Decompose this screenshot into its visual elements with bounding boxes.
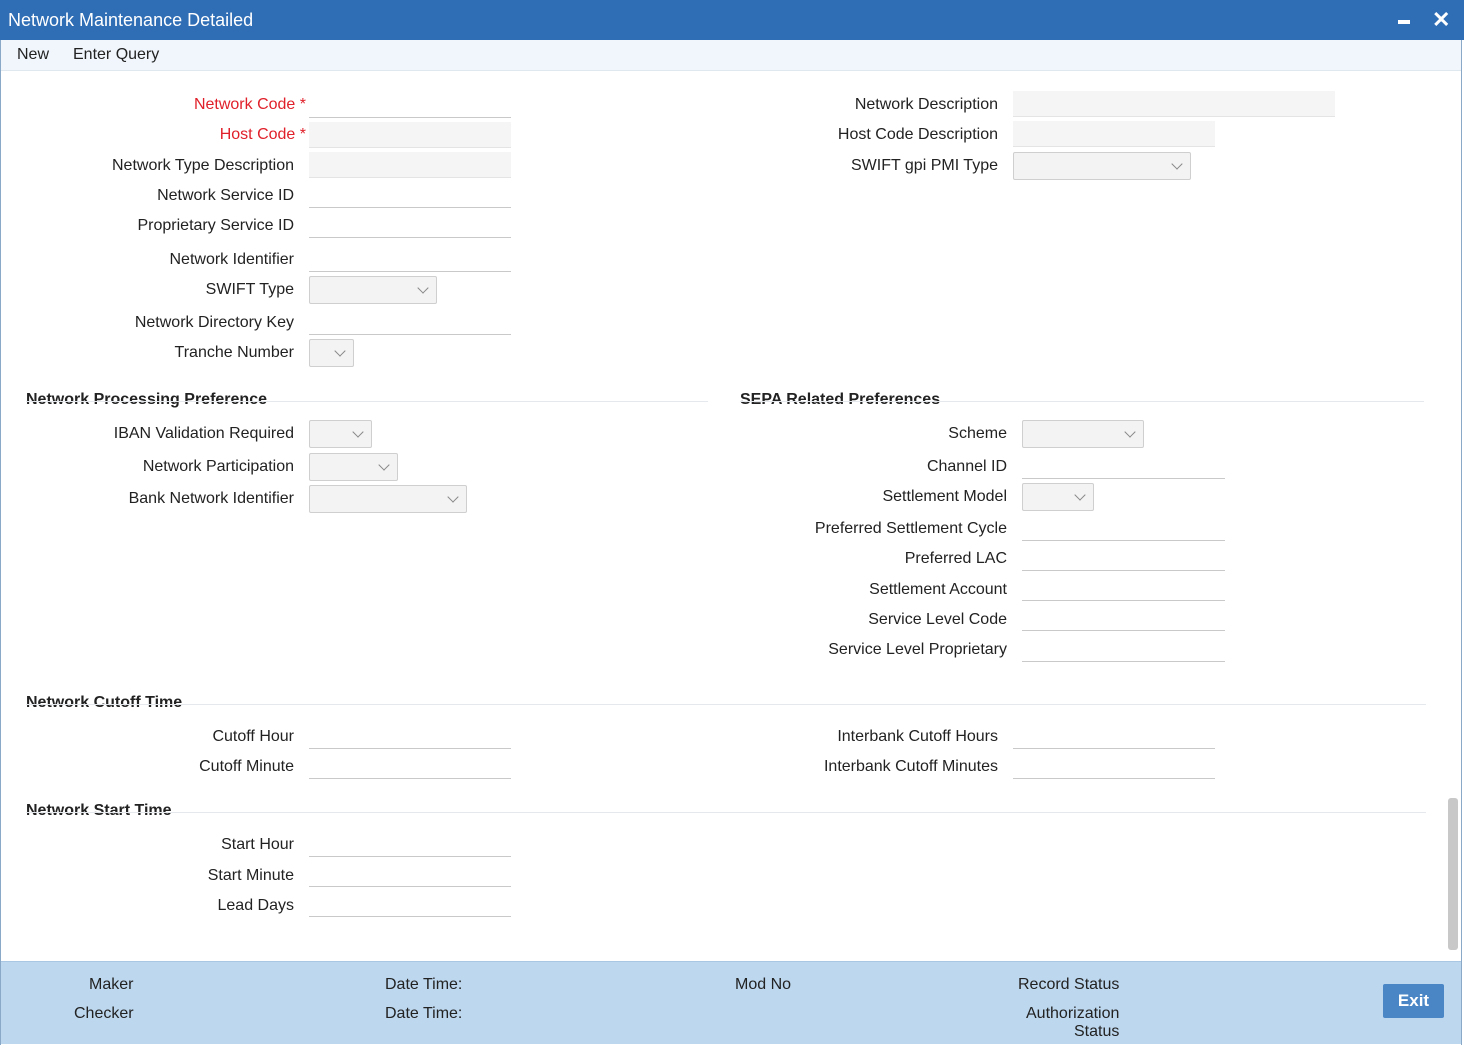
section-divider [740, 401, 1424, 402]
host-code-input[interactable] [309, 122, 511, 148]
enter-query-menu-item[interactable]: Enter Query [73, 46, 159, 64]
preferred-lac-input[interactable] [1022, 545, 1225, 571]
scheme-select[interactable] [1022, 420, 1144, 448]
swift-gpi-pmi-type-label: SWIFT gpi PMI Type [850, 157, 998, 174]
audit-footer [1, 961, 1461, 1044]
menu-bar: New Enter Query [0, 40, 1462, 71]
cutoff-section-title: Network Cutoff Time [26, 694, 183, 711]
service-level-proprietary-label: Service Level Proprietary [828, 641, 1007, 658]
minimize-icon[interactable] [1398, 20, 1410, 24]
channel-id-input[interactable] [1022, 453, 1225, 479]
cutoff-hour-label: Cutoff Hour [212, 728, 294, 745]
cutoff-hour-input[interactable] [309, 723, 511, 749]
host-code-label: Host Code * [220, 126, 306, 144]
interbank-cutoff-minutes-label: Interbank Cutoff Minutes [823, 758, 998, 775]
service-level-proprietary-input[interactable] [1022, 636, 1225, 662]
network-service-id-label: Network Service ID [157, 187, 294, 204]
exit-button[interactable]: Exit [1383, 984, 1444, 1018]
network-directory-key-input[interactable] [309, 309, 511, 335]
network-code-input[interactable] [309, 92, 511, 118]
network-directory-key-label: Network Directory Key [134, 314, 294, 331]
preferred-lac-label: Preferred LAC [904, 550, 1007, 567]
authorization-label: Authorization [1026, 1005, 1120, 1022]
bank-network-identifier-label: Bank Network Identifier [128, 490, 294, 507]
chevron-down-icon [1074, 489, 1086, 501]
network-description-label: Network Description [854, 96, 998, 113]
host-code-description-label: Host Code Description [837, 126, 998, 143]
settlement-account-label: Settlement Account [869, 581, 1007, 598]
host-code-description-input[interactable] [1013, 121, 1215, 147]
interbank-cutoff-minutes-input[interactable] [1013, 753, 1215, 779]
network-identifier-label: Network Identifier [169, 251, 295, 268]
section-divider [26, 704, 1426, 705]
start-minute-input[interactable] [309, 861, 511, 887]
network-service-id-input[interactable] [309, 182, 511, 208]
network-type-description-input[interactable] [309, 152, 511, 178]
lead-days-label: Lead Days [217, 897, 295, 914]
title-bar: Network Maintenance Detailed ✕ [0, 0, 1464, 40]
maker-date-time-label: Date Time: [385, 976, 463, 993]
section-divider [26, 401, 708, 402]
preferred-settlement-cycle-label: Preferred Settlement Cycle [814, 520, 1007, 537]
maker-label: Maker [89, 976, 134, 993]
service-level-code-input[interactable] [1022, 605, 1225, 631]
swift-type-select[interactable] [309, 276, 437, 304]
start-hour-label: Start Hour [221, 836, 294, 853]
chevron-down-icon [447, 491, 459, 503]
window-title: Network Maintenance Detailed [8, 10, 254, 30]
network-type-description-label: Network Type Description [112, 157, 294, 174]
chevron-down-icon [334, 345, 346, 357]
interbank-cutoff-hours-label: Interbank Cutoff Hours [837, 728, 998, 745]
start-section-title: Network Start Time [26, 802, 172, 819]
section-divider [26, 812, 1426, 813]
swift-type-label: SWIFT Type [205, 281, 294, 298]
tranche-number-select[interactable] [309, 339, 354, 367]
iban-validation-label: IBAN Validation Required [113, 425, 294, 442]
processing-section-title: Network Processing Preference [26, 391, 267, 408]
service-level-code-label: Service Level Code [868, 611, 1007, 628]
sepa-section-title: SEPA Related Preferences [740, 391, 941, 408]
network-participation-label: Network Participation [142, 458, 294, 475]
settlement-model-label: Settlement Model [882, 488, 1007, 505]
cutoff-minute-input[interactable] [309, 753, 511, 779]
proprietary-service-id-input[interactable] [309, 212, 511, 238]
network-code-label: Network Code * [194, 96, 306, 114]
vertical-scrollbar[interactable] [1448, 798, 1458, 950]
chevron-down-icon [352, 426, 364, 438]
new-menu-item[interactable]: New [17, 46, 49, 64]
bank-network-identifier-select[interactable] [309, 485, 467, 513]
start-minute-label: Start Minute [207, 867, 294, 884]
host-code-label-text: Host Code [219, 126, 296, 143]
close-icon[interactable]: ✕ [1432, 9, 1450, 31]
network-identifier-input[interactable] [309, 246, 511, 272]
iban-validation-select[interactable] [309, 420, 372, 448]
chevron-down-icon [1124, 426, 1136, 438]
required-marker: * [299, 126, 306, 143]
checker-label: Checker [74, 1005, 134, 1022]
interbank-cutoff-hours-input[interactable] [1013, 723, 1215, 749]
settlement-model-select[interactable] [1022, 483, 1094, 511]
chevron-down-icon [1171, 158, 1183, 170]
network-participation-select[interactable] [309, 453, 398, 481]
checker-date-time-label: Date Time: [385, 1005, 463, 1022]
settlement-account-input[interactable] [1022, 575, 1225, 601]
start-hour-input[interactable] [309, 831, 511, 857]
scheme-label: Scheme [948, 425, 1007, 442]
cutoff-minute-label: Cutoff Minute [199, 758, 294, 775]
proprietary-service-id-label: Proprietary Service ID [137, 217, 295, 234]
chevron-down-icon [378, 459, 390, 471]
lead-days-input[interactable] [309, 891, 511, 917]
tranche-number-label: Tranche Number [174, 344, 294, 361]
swift-gpi-pmi-type-select[interactable] [1013, 152, 1191, 180]
network-description-input[interactable] [1013, 91, 1335, 117]
required-marker: * [299, 96, 306, 113]
mod-no-label: Mod No [735, 976, 792, 993]
network-code-label-text: Network Code [193, 96, 296, 113]
record-status-label: Record Status [1018, 976, 1120, 993]
chevron-down-icon [417, 282, 429, 294]
channel-id-label: Channel ID [926, 458, 1007, 475]
authorization-status-label: Status [1074, 1023, 1120, 1040]
preferred-settlement-cycle-input[interactable] [1022, 515, 1225, 541]
